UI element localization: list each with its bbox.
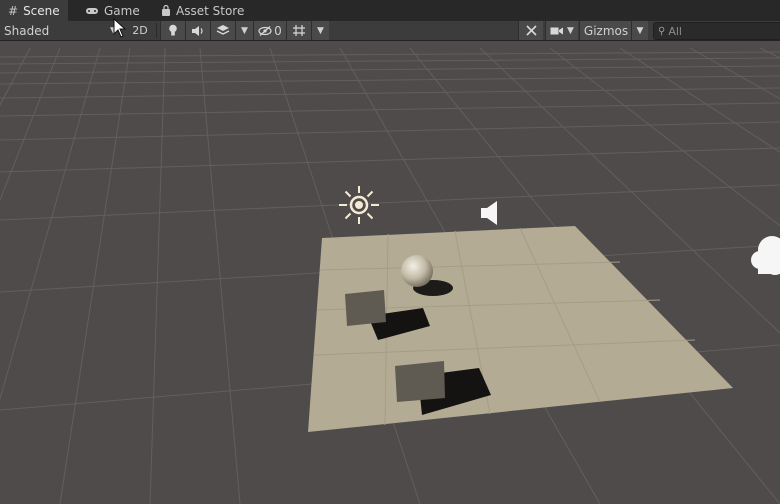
scene-viewport[interactable] [0,41,780,504]
tools-button[interactable] [518,21,543,40]
audio-toggle-button[interactable] [185,21,210,40]
lightbulb-icon [169,24,177,36]
gizmos-label: Gizmos [583,23,629,38]
tab-scene[interactable]: # Scene [0,0,68,21]
grid-toggle-button[interactable] [286,21,311,40]
tab-asset-store-label: Asset Store [176,3,245,18]
shopping-bag-icon [162,4,170,16]
gizmos-button[interactable]: Gizmos [579,21,632,40]
lighting-toggle-button[interactable] [160,21,185,40]
shading-mode-label: Shaded [4,23,50,38]
chevron-down-icon: ▼ [241,25,248,36]
cube1-object[interactable] [345,290,386,326]
chevron-down-icon: ▼ [636,25,644,36]
camera-settings-button[interactable]: ▼ [545,21,578,40]
2d-toggle-button[interactable]: 2D [128,21,152,40]
gamepad-icon [86,7,98,14]
hidden-objects-toggle[interactable]: 0 [253,21,286,40]
grid-snap-icon [293,25,305,36]
chevron-down-icon: ▼ [317,25,324,36]
mouse-cursor-icon [113,18,127,38]
layers-icon [216,25,230,35]
grid-dropdown[interactable]: ▼ [311,21,329,40]
tools-icon [525,25,537,36]
hidden-count: 0 [274,23,282,38]
search-icon: ⚲ [658,25,666,37]
cube2-object[interactable] [395,361,445,402]
eye-slash-icon [258,25,272,36]
video-camera-icon [550,27,564,34]
grid-icon: # [8,3,19,18]
tab-scene-label: Scene [23,3,60,18]
chevron-down-icon: ▼ [567,25,574,36]
effects-toggle-button[interactable] [210,21,235,40]
hierarchy-search[interactable]: ⚲ [653,22,780,40]
scene-canvas[interactable] [0,41,780,504]
effects-dropdown[interactable]: ▼ [235,21,253,40]
tab-game-label: Game [104,3,140,18]
speaker-icon [192,25,203,36]
gizmos-dropdown[interactable]: ▼ [631,21,648,40]
search-input[interactable] [668,24,769,38]
shading-mode-dropdown[interactable]: Shaded ▼ [4,21,124,40]
tab-asset-store[interactable]: Asset Store [153,0,252,21]
sphere-object[interactable] [401,255,433,287]
2d-toggle-label: 2D [132,24,148,37]
